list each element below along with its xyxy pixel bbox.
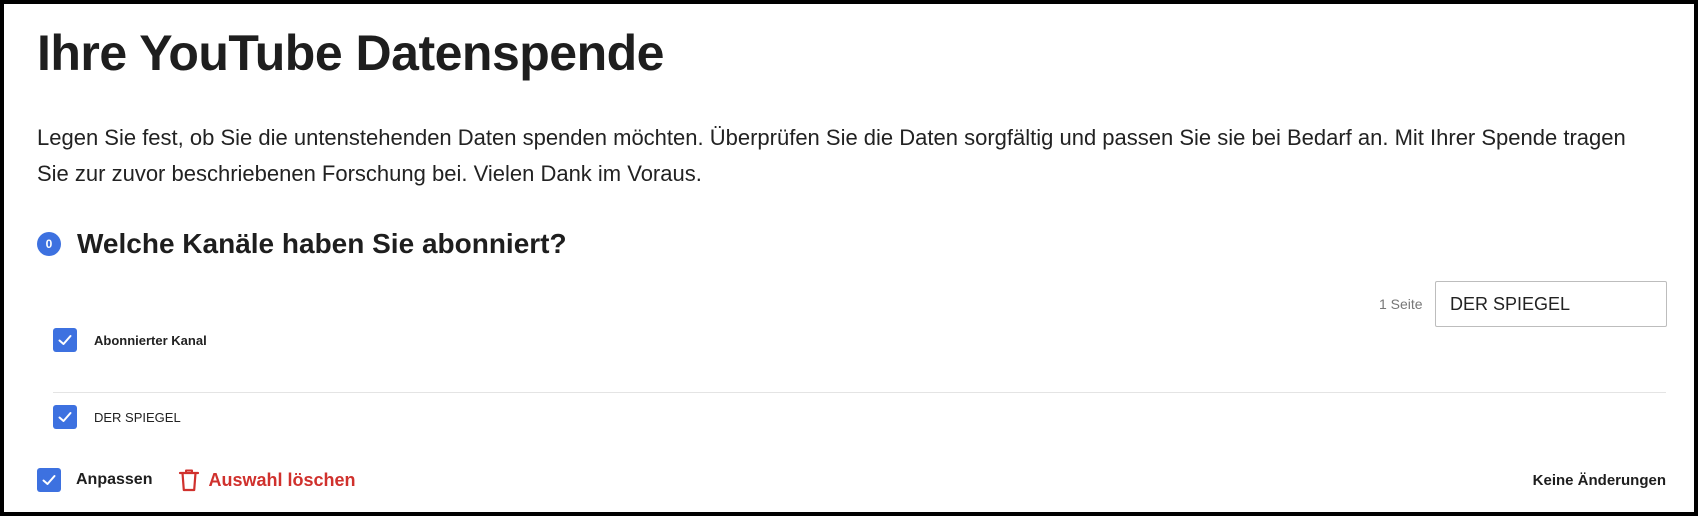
data-donation-panel: Ihre YouTube Datenspende Legen Sie fest,… [37, 0, 1667, 516]
section-title: Welche Kanäle haben Sie abonniert? [77, 228, 567, 259]
trash-icon [179, 469, 200, 492]
column-header-channel: Abonnierter Kanal [94, 332, 207, 348]
status-text: Keine Änderungen [1532, 471, 1666, 489]
page-title: Ihre YouTube Datenspende [37, 25, 665, 81]
check-icon [42, 475, 56, 485]
footer-actions: Anpassen Auswahl löschen [37, 468, 1666, 492]
table-header-row: Abonnierter Kanal [53, 328, 1666, 352]
check-icon [58, 412, 72, 422]
clear-selection-label: Auswahl löschen [208, 469, 356, 490]
channel-name: DER SPIEGEL [94, 409, 181, 425]
check-icon [58, 335, 72, 345]
table-row: DER SPIEGEL [53, 405, 1666, 429]
adjust-label: Anpassen [76, 471, 153, 488]
intro-text: Legen Sie fest, ob Sie die untenstehende… [37, 125, 1626, 186]
section-header: 0 Welche Kanäle haben Sie abonniert? [37, 228, 567, 260]
section-number-badge: 0 [37, 232, 61, 256]
page-count: 1 Seite [1379, 296, 1423, 312]
adjust-checkbox[interactable] [37, 468, 61, 492]
table-divider [53, 392, 1666, 393]
select-all-checkbox[interactable] [53, 328, 77, 352]
search-input[interactable] [1435, 281, 1667, 327]
clear-selection-button[interactable]: Auswahl löschen [178, 468, 356, 492]
row-checkbox[interactable] [53, 405, 77, 429]
